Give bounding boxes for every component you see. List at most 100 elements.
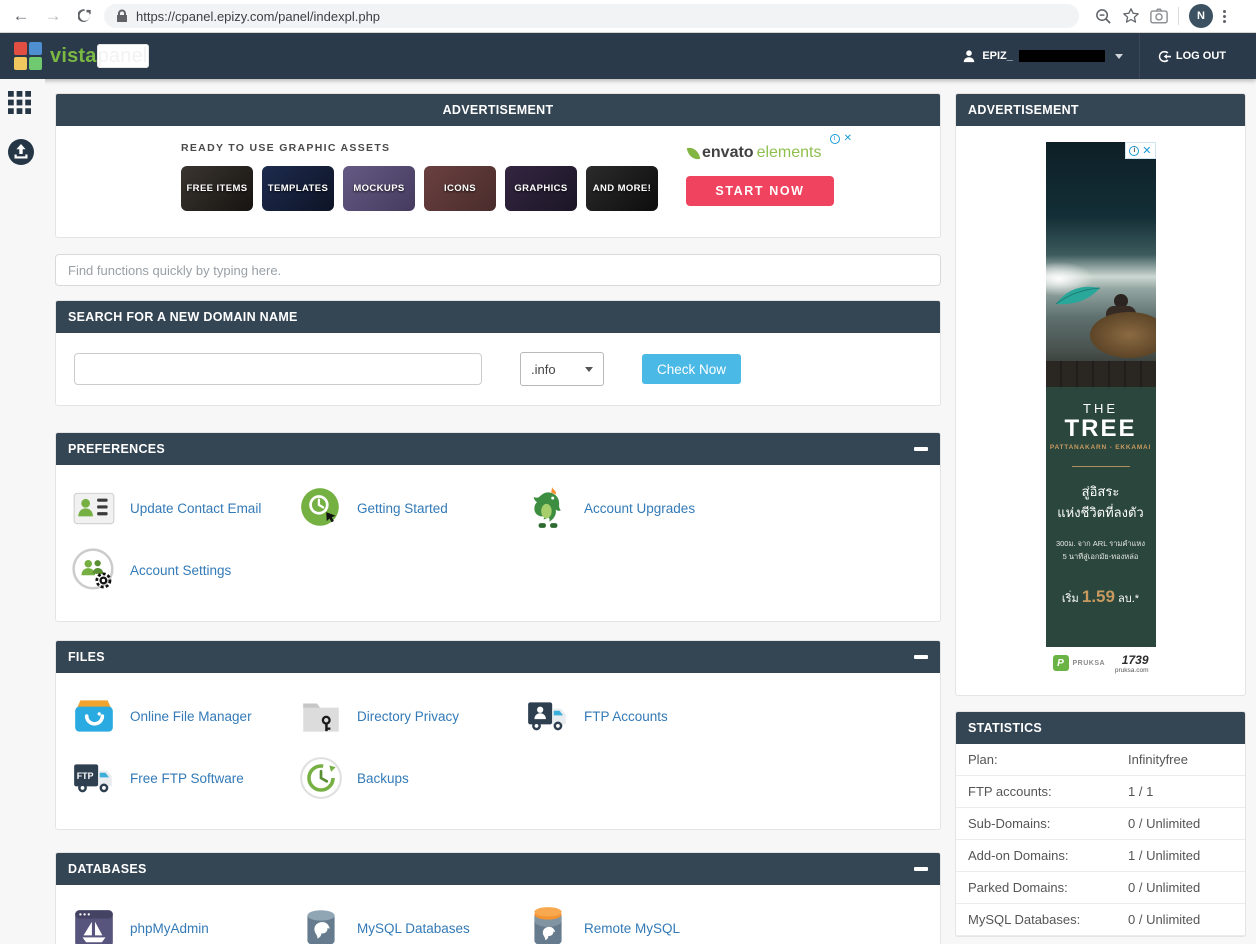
collapse-button[interactable]: [914, 867, 928, 871]
envato-ad: READY TO USE GRAPHIC ASSETS FREE ITEMS T…: [56, 126, 940, 237]
files-header: FILES: [56, 641, 940, 673]
files-panel: FILES Online File Manager: [55, 640, 941, 830]
folder-key-icon: [298, 693, 344, 739]
right-column: ADVERTISEMENT i: [955, 79, 1246, 937]
account-settings-icon: [71, 547, 117, 593]
user-icon: [962, 49, 976, 63]
url-text: https://cpanel.epizy.com/panel/indexpl.p…: [136, 9, 380, 24]
ad-tile-free-items[interactable]: FREE ITEMS: [181, 166, 253, 211]
remote-mysql-icon: [525, 905, 571, 944]
dragon-icon: [525, 485, 571, 531]
ad-tile-icons[interactable]: ICONS: [424, 166, 496, 211]
domain-name-input[interactable]: [74, 353, 482, 385]
refresh-icon: [78, 9, 93, 24]
ad-tiles: FREE ITEMS TEMPLATES MOCKUPS ICONS GRAPH…: [181, 166, 658, 211]
start-now-button[interactable]: START NOW: [686, 176, 834, 206]
main-ad-header: ADVERTISEMENT: [56, 94, 940, 126]
item-phpmyadmin[interactable]: phpMyAdmin: [71, 905, 298, 944]
databases-panel: DATABASES phpMyAdmin: [55, 852, 941, 944]
browser-profile-avatar[interactable]: N: [1189, 4, 1213, 28]
quick-find-input[interactable]: [55, 254, 941, 286]
stat-value: Infinityfree: [1128, 752, 1188, 767]
stat-value: 1 / 1: [1128, 784, 1153, 799]
bookmark-star-icon[interactable]: [1122, 7, 1140, 25]
username-text: EPIZ_: [982, 50, 1013, 62]
user-dropdown[interactable]: EPIZ_: [946, 33, 1139, 79]
ad-tile-mockups[interactable]: MOCKUPS: [343, 166, 415, 211]
preferences-panel: PREFERENCES Update Contact Email: [55, 432, 941, 622]
databases-header: DATABASES: [56, 853, 940, 885]
ad-tile-graphics[interactable]: GRAPHICS: [505, 166, 577, 211]
tld-select[interactable]: .info: [520, 352, 604, 386]
browser-menu-icon[interactable]: [1223, 10, 1226, 23]
stat-value: 0 / Unlimited: [1128, 880, 1200, 895]
collapse-button[interactable]: [914, 655, 928, 659]
adchoices-controls: i ✕: [1125, 142, 1155, 159]
url-bar[interactable]: https://cpanel.epizy.com/panel/indexpl.p…: [104, 4, 1079, 28]
item-online-file-manager[interactable]: Online File Manager: [71, 693, 298, 739]
main-column: ADVERTISEMENT READY TO USE GRAPHIC ASSET…: [55, 79, 941, 944]
item-account-settings[interactable]: Account Settings: [71, 547, 298, 593]
adchoices-info-icon[interactable]: i: [830, 134, 840, 144]
envato-logo[interactable]: envato elements: [688, 144, 846, 162]
logout-button[interactable]: LOG OUT: [1139, 33, 1242, 79]
item-mysql-databases[interactable]: MySQL Databases: [298, 905, 525, 944]
domain-search-header: SEARCH FOR A NEW DOMAIN NAME: [56, 301, 940, 333]
adchoices-controls: i ✕: [830, 134, 852, 144]
stat-row-mysql-databases: MySQL Databases:0 / Unlimited: [956, 904, 1245, 936]
browser-actions: N: [1095, 4, 1226, 28]
left-sidebar: [0, 79, 45, 944]
browser-chrome: ← → https://cpanel.epizy.com/panel/index…: [0, 0, 1256, 33]
ad-tile-templates[interactable]: TEMPLATES: [262, 166, 334, 211]
select-caret-icon: [585, 367, 593, 372]
logout-icon: [1158, 50, 1171, 63]
envato-leaf-icon: [687, 145, 700, 160]
brand-text: vistapanel: [50, 45, 149, 68]
stat-row-addon-domains: Add-on Domains:1 / Unlimited: [956, 840, 1245, 872]
domain-search-panel: SEARCH FOR A NEW DOMAIN NAME .info Check…: [55, 300, 941, 406]
item-remote-mysql[interactable]: Remote MySQL: [525, 905, 752, 944]
contact-card-icon: [71, 485, 117, 531]
statistics-panel: STATISTICS Plan:Infinityfree FTP account…: [955, 711, 1246, 937]
zoom-icon[interactable]: [1095, 8, 1112, 25]
statistics-header: STATISTICS: [956, 712, 1245, 744]
ad-close-icon[interactable]: ✕: [844, 134, 852, 144]
item-backups[interactable]: Backups: [298, 755, 525, 801]
upload-button[interactable]: [8, 139, 45, 170]
tree-condo-ad[interactable]: i ✕ THE TREE PATTANAKARN - EKKAMAI สู่อิ…: [1046, 142, 1156, 679]
ad-tagline: READY TO USE GRAPHIC ASSETS: [181, 142, 390, 154]
right-ad-header: ADVERTISEMENT: [956, 94, 1245, 126]
stat-row-parked-domains: Parked Domains:0 / Unlimited: [956, 872, 1245, 904]
vistapanel-logo: vistapanel: [14, 42, 149, 70]
backups-icon: [298, 755, 344, 801]
item-account-upgrades[interactable]: Account Upgrades: [525, 485, 752, 531]
chevron-down-icon: [1115, 54, 1123, 59]
camera-extension-icon[interactable]: [1150, 8, 1168, 24]
ad-tile-and-more[interactable]: AND MORE!: [586, 166, 658, 211]
item-free-ftp-software[interactable]: FTP Free FTP Software: [71, 755, 298, 801]
item-ftp-accounts[interactable]: FTP Accounts: [525, 693, 752, 739]
stat-row-sub-domains: Sub-Domains:0 / Unlimited: [956, 808, 1245, 840]
right-ad-panel: ADVERTISEMENT i: [955, 93, 1246, 696]
adchoices-info-icon[interactable]: i: [1129, 146, 1139, 156]
upload-icon: [8, 139, 34, 165]
stat-value: 1 / Unlimited: [1128, 848, 1200, 863]
ad-close-icon[interactable]: ✕: [1142, 144, 1151, 157]
logout-label: LOG OUT: [1176, 50, 1226, 62]
browser-forward-button[interactable]: →: [40, 3, 66, 29]
browser-refresh-button[interactable]: [72, 3, 98, 29]
apps-grid-button[interactable]: [8, 91, 45, 119]
grid-icon: [8, 91, 31, 114]
file-manager-icon: [71, 693, 117, 739]
check-now-button[interactable]: Check Now: [642, 354, 741, 384]
item-directory-privacy[interactable]: Directory Privacy: [298, 693, 525, 739]
tld-selected-value: .info: [531, 362, 556, 377]
divider: [1178, 7, 1179, 25]
stat-value: 0 / Unlimited: [1128, 816, 1200, 831]
stat-row-ftp-accounts: FTP accounts:1 / 1: [956, 776, 1245, 808]
browser-back-button[interactable]: ←: [8, 3, 34, 29]
item-update-contact-email[interactable]: Update Contact Email: [71, 485, 298, 531]
collapse-button[interactable]: [914, 447, 928, 451]
ad-phone-number: 1739: [1115, 653, 1149, 667]
item-getting-started[interactable]: Getting Started: [298, 485, 525, 531]
